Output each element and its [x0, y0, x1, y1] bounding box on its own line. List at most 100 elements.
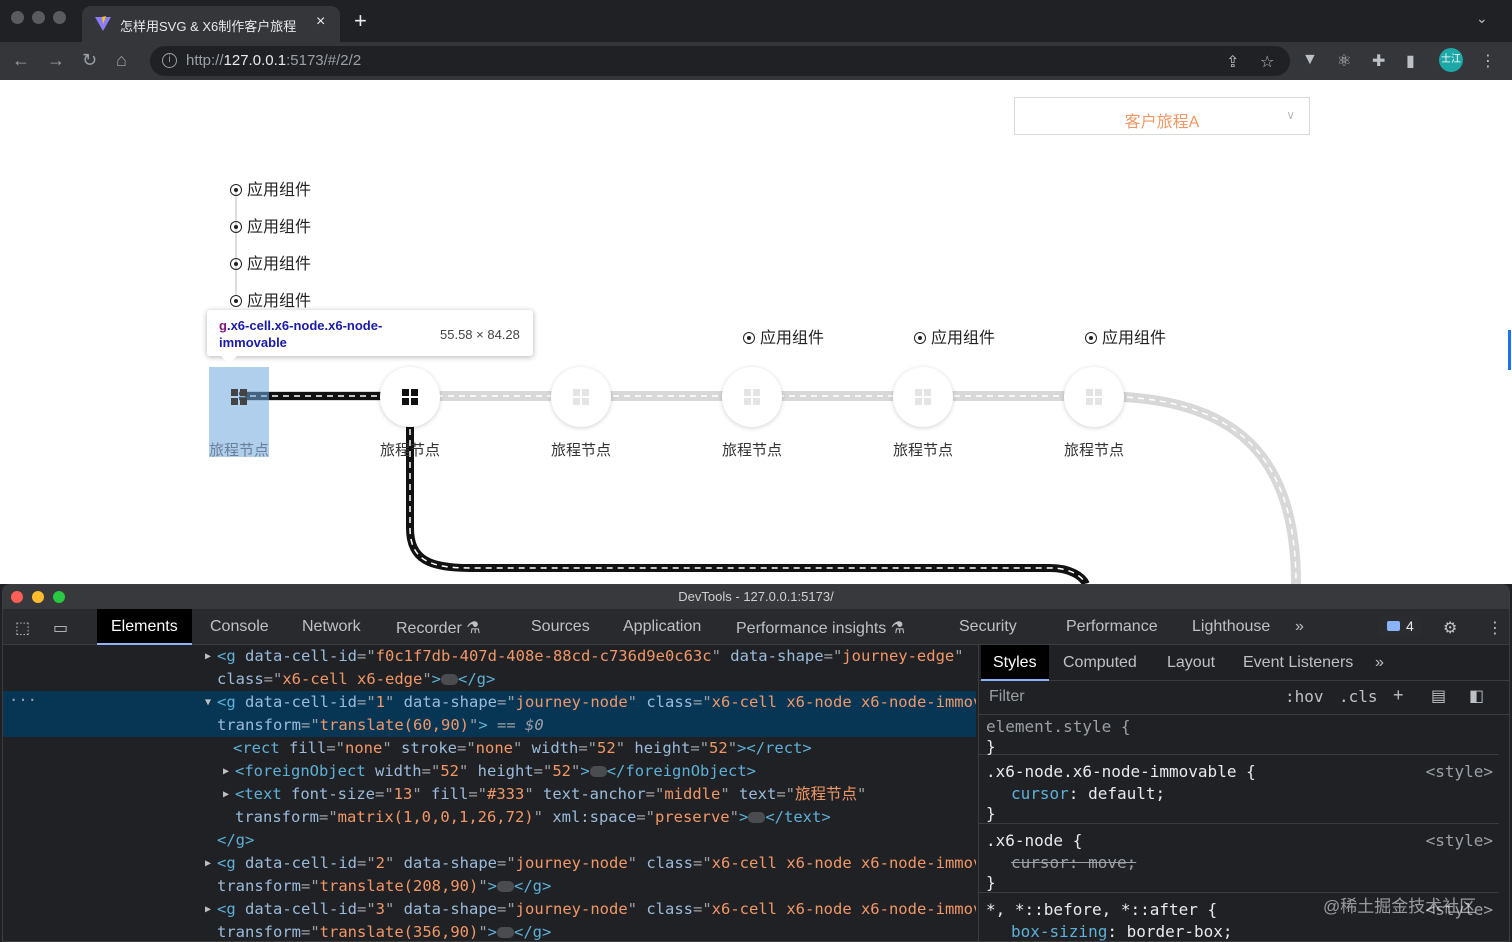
dom-node-row[interactable]: <g data-cell-id="f0c1f7db-407d-408e-88cd… — [3, 645, 976, 668]
devtools-zoom-dot[interactable] — [53, 591, 65, 603]
radio-dot-icon — [230, 221, 242, 233]
issues-chat-icon — [1387, 621, 1400, 631]
page-scrollbar[interactable] — [1508, 330, 1511, 370]
tab-security[interactable]: Security — [959, 618, 1017, 636]
style-rule[interactable]: .x6-node.x6-node-immovable { <style> cur… — [979, 756, 1499, 824]
tab-sources[interactable]: Sources — [531, 618, 590, 636]
grid-icon — [915, 389, 931, 405]
tab-close-icon[interactable]: × — [316, 13, 325, 31]
dom-node-row-selected[interactable]: <g data-cell-id="1" data-shape="journey-… — [3, 691, 976, 714]
window-zoom-dot[interactable] — [53, 11, 66, 24]
rule-declaration-overridden[interactable]: cursor: move; — [1011, 853, 1136, 872]
react-devtools-icon[interactable]: ⚛ — [1337, 51, 1351, 71]
element-inspect-tooltip: g.x6-cell.x6-node.x6-node-immovable 55.5… — [207, 310, 533, 364]
journey-node[interactable] — [722, 367, 782, 427]
devtools-menu-icon[interactable]: ⋮ — [1487, 618, 1503, 638]
tab-console[interactable]: Console — [210, 618, 269, 636]
browser-menu-icon[interactable]: ⋮ — [1480, 51, 1496, 71]
node-label: 旅程节点 — [892, 442, 953, 459]
profile-avatar[interactable]: 士江 — [1439, 48, 1463, 72]
tab-event-listeners[interactable]: Event Listeners — [1243, 654, 1353, 672]
dom-node-row[interactable]: class="x6-cell x6-edge"> </g> — [3, 668, 976, 691]
tab-performance-insights[interactable]: Performance insights ⚗ — [736, 618, 905, 638]
collapsed-ellipsis-icon[interactable] — [748, 812, 766, 823]
styles-tab-bar: Styles Computed Layout Event Listeners » — [979, 645, 1509, 681]
side-panel-icon[interactable]: ▮ — [1406, 51, 1415, 71]
share-icon[interactable]: ⇪ — [1226, 52, 1239, 72]
journey-node[interactable] — [551, 367, 611, 427]
dom-node-row[interactable]: transform="translate(356,90)"> </g> — [3, 921, 976, 941]
collapsed-ellipsis-icon[interactable] — [497, 881, 514, 892]
styles-filter-input[interactable]: Filter — [989, 688, 1025, 706]
collapsed-ellipsis-icon[interactable] — [441, 674, 459, 685]
dom-node-row-selected[interactable]: transform="translate(60,90)"> == $0 — [3, 714, 976, 737]
rule-source-link[interactable]: <style> — [1426, 762, 1493, 781]
journey-node[interactable] — [209, 367, 269, 427]
toggle-sidebar-icon[interactable]: ◧ — [1469, 686, 1484, 706]
dom-node-row[interactable]: transform="translate(208,90)"> </g> — [3, 875, 976, 898]
forward-icon[interactable]: → — [47, 50, 65, 71]
tab-computed[interactable]: Computed — [1063, 654, 1137, 672]
more-tabs-icon[interactable]: » — [1375, 654, 1384, 672]
radio-dot-icon — [914, 332, 926, 344]
hov-toggle[interactable]: :hov — [1285, 687, 1324, 706]
issues-badge[interactable]: 4 — [1379, 615, 1421, 637]
journey-node[interactable] — [1064, 367, 1124, 427]
devtools-minimize-dot[interactable] — [32, 591, 44, 603]
dom-node-row[interactable]: transform="matrix(1,0,0,1,26,72)" xml:sp… — [3, 806, 976, 829]
dom-node-row[interactable]: <foreignObject width="52" height="52"> </… — [3, 760, 976, 783]
device-toolbar-icon[interactable]: ▭ — [53, 618, 68, 638]
vue-devtools-icon[interactable]: ▼ — [1302, 51, 1318, 69]
new-style-rule-icon[interactable]: + — [1393, 685, 1404, 706]
browser-toolbar: ← → ↻ ⌂ i http://127.0.0.1:5173/#/2/2 ⇪ … — [0, 42, 1512, 80]
node-label: 旅程节点 — [721, 442, 782, 459]
grid-icon — [744, 389, 760, 405]
node-label: 旅程节点 — [208, 442, 269, 459]
site-info-icon[interactable]: i — [162, 53, 177, 68]
journey-node[interactable] — [893, 367, 953, 427]
flask-icon: ⚗ — [890, 620, 906, 637]
tab-styles[interactable]: Styles — [981, 645, 1049, 681]
reload-icon[interactable]: ↻ — [82, 50, 97, 71]
dom-node-row[interactable]: </g> — [3, 829, 976, 852]
cls-toggle[interactable]: .cls — [1339, 687, 1378, 706]
style-rule[interactable]: .x6-node { <style> cursor: move; } — [979, 825, 1499, 893]
browser-tab-strip: 怎样用SVG & X6制作客户旅程 × + ⌄ — [0, 0, 1512, 42]
dom-node-row[interactable]: <text font-size="13" fill="#333" text-an… — [3, 783, 976, 806]
browser-tab[interactable]: 怎样用SVG & X6制作客户旅程 × — [82, 6, 340, 42]
collapsed-ellipsis-icon[interactable] — [589, 766, 607, 777]
tab-layout[interactable]: Layout — [1167, 654, 1215, 672]
tab-network[interactable]: Network — [302, 618, 361, 636]
extensions-puzzle-icon[interactable]: ✚ — [1372, 51, 1385, 71]
window-close-dot[interactable] — [11, 11, 24, 24]
style-rule[interactable]: element.style { } — [979, 715, 1499, 756]
address-bar[interactable]: i http://127.0.0.1:5173/#/2/2 ⇪ ☆ — [150, 46, 1290, 76]
journey-node[interactable] — [380, 367, 440, 427]
tab-search-icon[interactable]: ⌄ — [1476, 10, 1488, 27]
dom-node-row[interactable]: <g data-cell-id="3" data-shape="journey-… — [3, 898, 976, 921]
inspect-element-icon[interactable]: ⬚ — [15, 618, 30, 638]
tab-elements[interactable]: Elements — [97, 609, 192, 645]
devtools-close-dot[interactable] — [11, 591, 23, 603]
collapsed-ellipsis-icon[interactable] — [497, 927, 514, 938]
row-actions-icon[interactable]: ··· — [9, 691, 37, 709]
rule-selector: .x6-node { — [986, 831, 1083, 850]
window-minimize-dot[interactable] — [32, 11, 45, 24]
dom-node-row[interactable]: <g data-cell-id="2" data-shape="journey-… — [3, 852, 976, 875]
tab-lighthouse[interactable]: Lighthouse — [1192, 618, 1270, 636]
bookmark-star-icon[interactable]: ☆ — [1260, 52, 1274, 72]
rule-source-link[interactable]: <style> — [1426, 831, 1493, 850]
devtools-settings-gear-icon[interactable]: ⚙ — [1443, 618, 1457, 638]
more-tabs-icon[interactable]: » — [1295, 618, 1304, 636]
home-icon[interactable]: ⌂ — [116, 50, 127, 71]
collapse-triangle-icon[interactable]: ▼ — [205, 697, 211, 708]
rule-declaration[interactable]: cursor: default; — [1011, 784, 1165, 803]
new-tab-icon[interactable]: + — [354, 8, 367, 34]
tab-application[interactable]: Application — [623, 618, 701, 636]
tab-recorder[interactable]: Recorder ⚗ — [396, 618, 481, 638]
back-icon[interactable]: ← — [12, 50, 30, 71]
rule-declaration[interactable]: box-sizing: border-box; — [1011, 922, 1233, 941]
paint-roller-icon[interactable]: ▤ — [1431, 686, 1446, 706]
dom-node-row[interactable]: <rect fill="none" stroke="none" width="5… — [3, 737, 976, 760]
tab-performance[interactable]: Performance — [1066, 618, 1158, 636]
